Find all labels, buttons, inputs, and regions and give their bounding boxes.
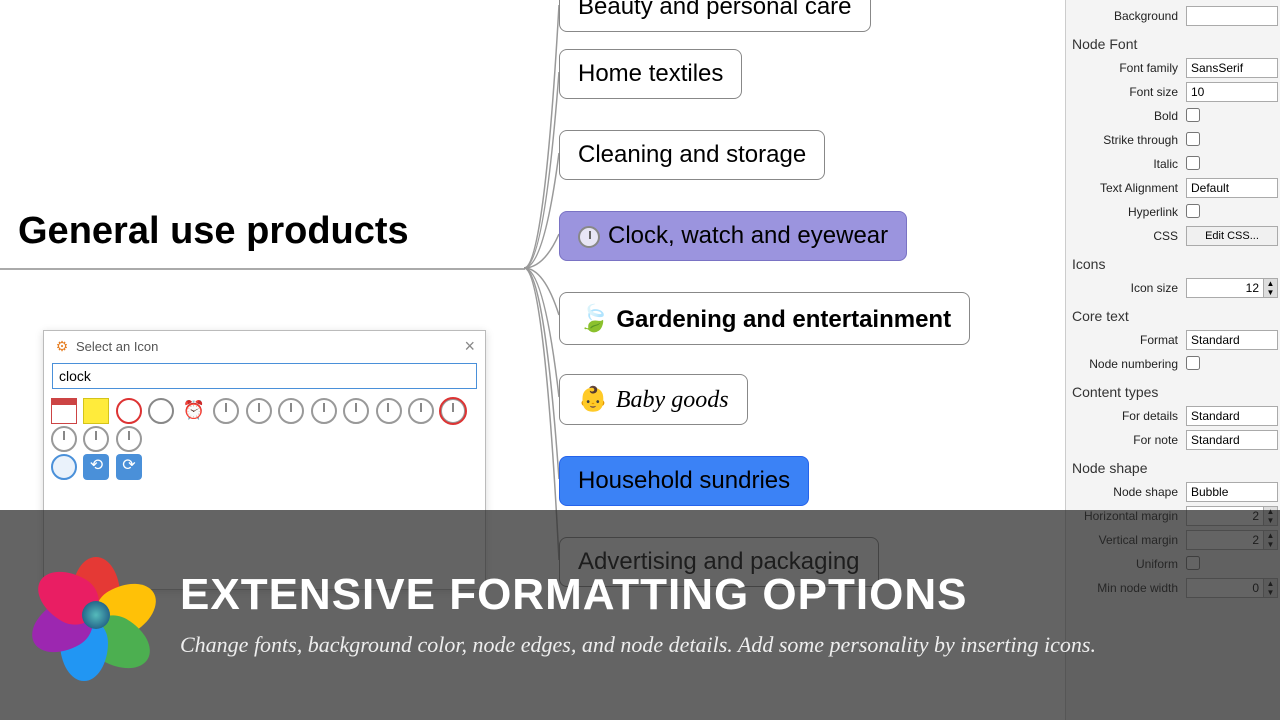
node-clock-selected[interactable]: Clock, watch and eyewear xyxy=(559,211,907,261)
node-baby[interactable]: 👶 Baby goods xyxy=(559,374,748,425)
icon-search-input[interactable] xyxy=(52,363,477,389)
node-shape-input[interactable] xyxy=(1186,482,1278,502)
icon-grid: ⏰ ⟲ ⟳ xyxy=(44,395,485,483)
clock-4-icon[interactable] xyxy=(311,398,337,424)
section-node-shape: Node shape xyxy=(1066,452,1280,480)
node-shape-label: Node shape xyxy=(1066,485,1186,499)
dialog-title: Select an Icon xyxy=(76,339,158,354)
root-node[interactable]: General use products xyxy=(18,210,409,253)
bold-checkbox[interactable] xyxy=(1186,108,1200,122)
format-label: Format xyxy=(1066,333,1186,347)
text-align-label: Text Alignment xyxy=(1066,181,1186,195)
format-input[interactable] xyxy=(1186,330,1278,350)
italic-checkbox[interactable] xyxy=(1186,156,1200,170)
clock-8-icon-selected[interactable] xyxy=(440,398,466,424)
blue-clock-icon[interactable] xyxy=(51,454,77,480)
root-underline xyxy=(0,268,525,270)
background-label: Background xyxy=(1066,9,1186,23)
white-clock-icon[interactable] xyxy=(148,398,174,424)
clock-1-icon[interactable] xyxy=(213,398,239,424)
node-gardening-label: Gardening and entertainment xyxy=(616,306,951,333)
hyperlink-checkbox[interactable] xyxy=(1186,204,1200,218)
refresh-icon[interactable]: ⟲ xyxy=(83,454,109,480)
bold-label: Bold xyxy=(1066,109,1186,123)
banner-title: EXTENSIVE FORMATTING OPTIONS xyxy=(180,570,1096,620)
clock-11-icon[interactable] xyxy=(116,426,142,452)
clock-7-icon[interactable] xyxy=(408,398,434,424)
for-details-label: For details xyxy=(1066,409,1186,423)
alarm-clock-icon[interactable]: ⏰ xyxy=(181,398,207,424)
css-label: CSS xyxy=(1066,229,1186,243)
banner-subtitle: Change fonts, background color, node edg… xyxy=(180,630,1096,661)
clock-10-icon[interactable] xyxy=(83,426,109,452)
node-numbering-label: Node numbering xyxy=(1066,357,1186,371)
strike-label: Strike through xyxy=(1066,133,1186,147)
app-logo xyxy=(36,555,156,675)
node-cleaning[interactable]: Cleaning and storage xyxy=(559,130,825,180)
section-core-text: Core text xyxy=(1066,300,1280,328)
background-input[interactable] xyxy=(1186,6,1278,26)
close-icon[interactable]: × xyxy=(464,337,475,355)
refresh-2-icon[interactable]: ⟳ xyxy=(116,454,142,480)
node-baby-label: Baby goods xyxy=(616,387,729,413)
red-clock-icon[interactable] xyxy=(116,398,142,424)
text-align-input[interactable] xyxy=(1186,178,1278,198)
gear-icon xyxy=(54,338,70,354)
font-size-label: Font size xyxy=(1066,85,1186,99)
hyperlink-label: Hyperlink xyxy=(1066,205,1186,219)
node-textiles[interactable]: Home textiles xyxy=(559,49,742,99)
promo-overlay: EXTENSIVE FORMATTING OPTIONS Change font… xyxy=(0,510,1280,720)
node-household[interactable]: Household sundries xyxy=(559,456,809,506)
italic-label: Italic xyxy=(1066,157,1186,171)
clock-3-icon[interactable] xyxy=(278,398,304,424)
for-note-label: For note xyxy=(1066,433,1186,447)
font-family-input[interactable] xyxy=(1186,58,1278,78)
icon-size-label: Icon size xyxy=(1066,281,1186,295)
section-content-types: Content types xyxy=(1066,376,1280,404)
section-node-font: Node Font xyxy=(1066,28,1280,56)
edit-css-button[interactable]: Edit CSS... xyxy=(1186,226,1278,246)
calendar-icon[interactable] xyxy=(51,398,77,424)
clock-9-icon[interactable] xyxy=(51,426,77,452)
for-details-input[interactable] xyxy=(1186,406,1278,426)
clock-2-icon[interactable] xyxy=(246,398,272,424)
node-numbering-checkbox[interactable] xyxy=(1186,356,1200,370)
note-icon[interactable] xyxy=(83,398,109,424)
node-connectors xyxy=(524,0,564,590)
node-clock-label: Clock, watch and eyewear xyxy=(608,222,888,249)
strike-checkbox[interactable] xyxy=(1186,132,1200,146)
clock-icon xyxy=(578,226,600,248)
baby-icon: 👶 xyxy=(578,387,608,413)
for-note-input[interactable] xyxy=(1186,430,1278,450)
clock-5-icon[interactable] xyxy=(343,398,369,424)
node-gardening[interactable]: 🍃Gardening and entertainment xyxy=(559,292,970,345)
icon-size-spinner[interactable]: ▲▼ xyxy=(1264,278,1278,298)
icon-search-wrap xyxy=(52,363,477,389)
dialog-titlebar: Select an Icon × xyxy=(44,331,485,361)
node-beauty[interactable]: Beauty and personal care xyxy=(559,0,871,32)
font-size-input[interactable] xyxy=(1186,82,1278,102)
font-family-label: Font family xyxy=(1066,61,1186,75)
clock-6-icon[interactable] xyxy=(376,398,402,424)
section-icons: Icons xyxy=(1066,248,1280,276)
leaf-icon: 🍃 xyxy=(578,303,610,333)
icon-size-input[interactable] xyxy=(1186,278,1264,298)
